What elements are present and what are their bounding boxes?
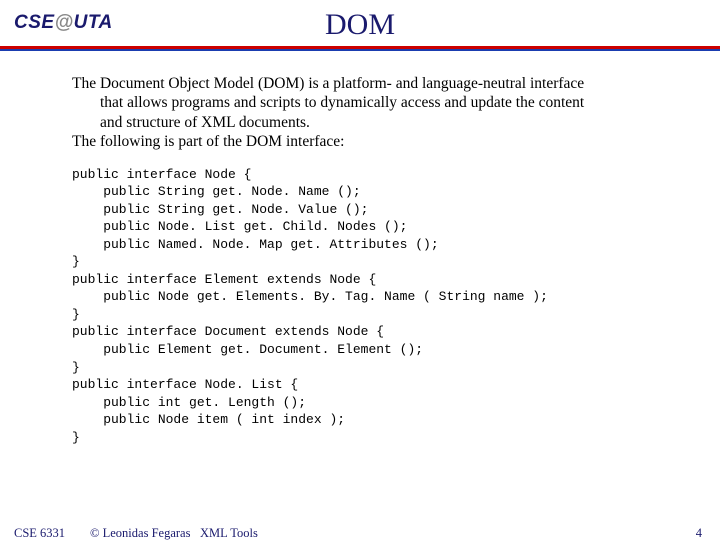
code-block: public interface Node { public String ge… <box>72 166 656 447</box>
footer-course: CSE 6331 <box>14 526 65 541</box>
logo: CSE@UTA <box>14 12 113 34</box>
intro-text: The Document Object Model (DOM) is a pla… <box>72 74 656 152</box>
intro-line-1: The Document Object Model (DOM) is a pla… <box>72 75 584 92</box>
footer-page-number: 4 <box>696 526 702 541</box>
logo-at: @ <box>55 12 74 33</box>
slide-header: CSE@UTA DOM <box>0 0 720 56</box>
slide-content: The Document Object Model (DOM) is a pla… <box>0 56 720 446</box>
intro-line-4: The following is part of the DOM interfa… <box>72 133 344 150</box>
divider-blue <box>0 49 720 51</box>
intro-line-3: and structure of XML documents. <box>72 113 656 132</box>
footer-section: XML Tools <box>200 526 258 541</box>
footer-copyright: © Leonidas Fegaras <box>90 526 190 541</box>
logo-suffix: UTA <box>74 12 113 33</box>
logo-prefix: CSE <box>14 12 55 33</box>
intro-line-2: that allows programs and scripts to dyna… <box>72 93 656 112</box>
